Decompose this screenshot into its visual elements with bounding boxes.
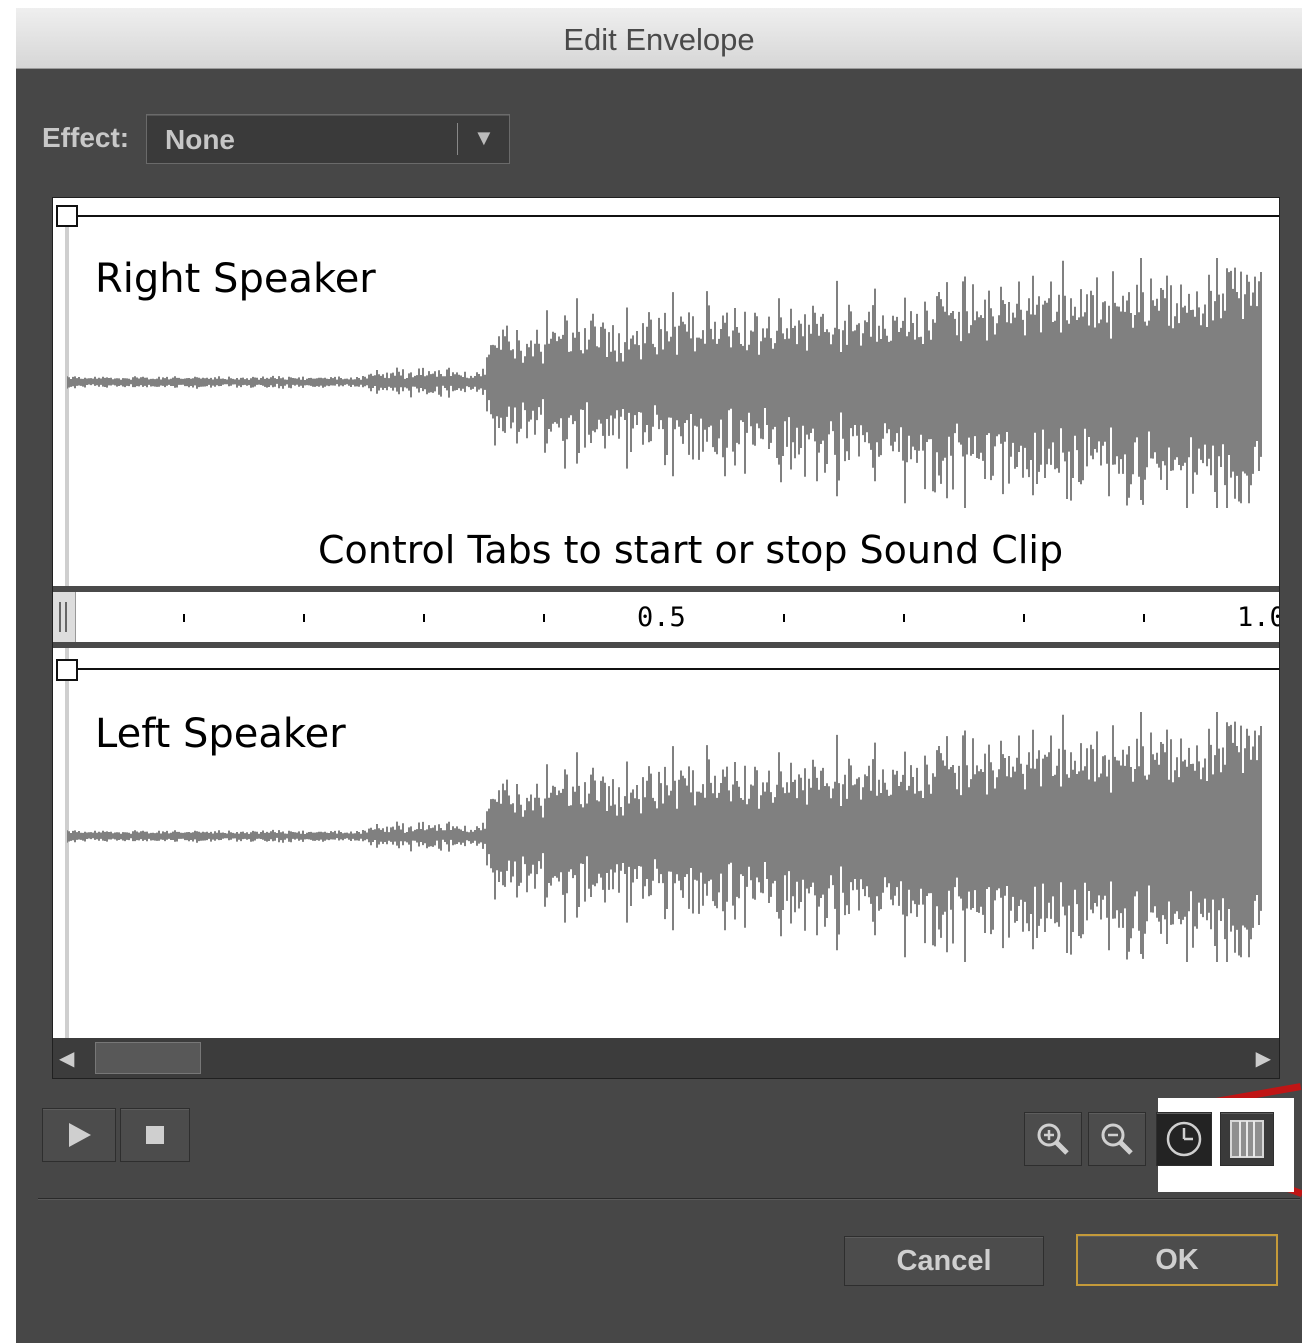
dialog-title: Edit Envelope [563,22,755,57]
cancel-button[interactable]: Cancel [844,1236,1044,1286]
title-bar: Edit Envelope [16,8,1302,69]
effect-dropdown[interactable]: None ▼ [146,114,510,164]
ruler-tick [543,614,545,622]
zoom-in-icon [1037,1123,1069,1155]
horizontal-scrollbar[interactable]: ◀ ▶ [53,1038,1279,1078]
effect-value: None [165,124,235,155]
ruler-tick [1143,614,1145,622]
ok-button[interactable]: OK [1076,1234,1278,1286]
effect-label: Effect: [42,122,130,153]
play-button[interactable] [42,1108,116,1162]
edit-envelope-dialog: Edit Envelope Effect: None ▼ Right Speak… [16,8,1302,1343]
left-envelope-handle[interactable] [56,659,78,681]
ruler-tick [303,614,305,622]
scroll-right-icon[interactable]: ▶ [1256,1046,1271,1071]
play-icon [69,1123,91,1147]
waveform-path [67,258,1262,508]
waveform-path [67,712,1262,962]
timeline-ruler[interactable]: 0.5 1.0 [53,586,1279,648]
frames-icon [1230,1120,1264,1158]
left-channel-waveform [67,712,1262,962]
footer-divider [38,1198,1300,1199]
envelope-editor[interactable]: Right Speaker Control Tabs to start or s… [52,197,1280,1079]
ruler-tick [1023,614,1025,622]
zoom-out-button[interactable] [1088,1112,1146,1166]
scroll-left-icon[interactable]: ◀ [59,1046,74,1071]
ruler-label-0-5: 0.5 [637,602,686,633]
end-control-tab[interactable] [53,592,76,642]
ruler-tick [423,614,425,622]
ruler-tick [183,614,185,622]
right-channel-waveform [67,258,1262,508]
frames-view-button[interactable] [1220,1112,1274,1166]
ruler-label-1-0: 1.0 [1237,602,1279,633]
left-envelope-line[interactable] [67,668,1279,670]
stop-icon [146,1126,164,1144]
zoom-in-button[interactable] [1024,1112,1082,1166]
dropdown-separator [457,123,458,155]
annotation-text: Control Tabs to start or stop Sound Clip [318,528,1064,572]
chevron-down-icon[interactable]: ▼ [473,125,495,151]
stop-button[interactable] [120,1108,190,1162]
seconds-view-button[interactable] [1156,1112,1212,1166]
ruler-tick [783,614,785,622]
ruler-tick [903,614,905,622]
scroll-thumb[interactable] [95,1042,201,1074]
clock-icon [1166,1121,1202,1157]
zoom-out-icon [1101,1123,1133,1155]
right-envelope-handle[interactable] [56,205,78,227]
right-envelope-line[interactable] [67,215,1279,217]
